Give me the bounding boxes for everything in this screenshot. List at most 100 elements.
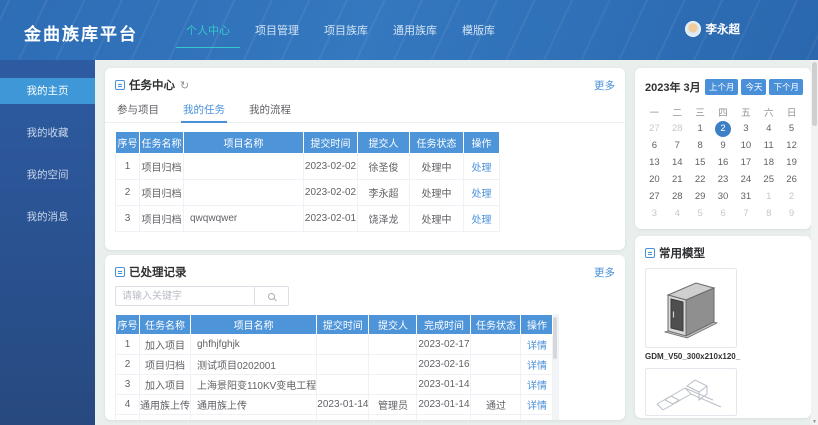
search-input[interactable]: [115, 286, 255, 306]
calendar-day[interactable]: 2: [780, 188, 803, 205]
calendar-day[interactable]: 5: [689, 205, 712, 222]
calendar-day[interactable]: 2: [712, 120, 735, 137]
calendar-day[interactable]: 5: [780, 120, 803, 137]
weekday-label: 四: [712, 103, 735, 120]
column-header: 任务名称: [140, 315, 191, 335]
nav-item[interactable]: 个人中心: [185, 16, 231, 44]
calendar-day[interactable]: 17: [734, 154, 757, 171]
column-header: 提交时间: [317, 315, 369, 335]
table-cell: 通用族上传: [140, 415, 191, 421]
action-link[interactable]: 详情: [527, 361, 547, 372]
calendar-day[interactable]: 9: [780, 205, 803, 222]
calendar-day[interactable]: 3: [643, 205, 666, 222]
page-scrollbar[interactable]: ▼: [811, 60, 818, 425]
calendar-day[interactable]: 23: [712, 171, 735, 188]
calendar-day[interactable]: 7: [666, 137, 689, 154]
calendar-day[interactable]: 1: [757, 188, 780, 205]
calendar-day[interactable]: 8: [757, 205, 780, 222]
nav-item[interactable]: 通用族库: [392, 16, 438, 44]
calendar-day[interactable]: 27: [643, 188, 666, 205]
calendar-day[interactable]: 1: [689, 120, 712, 137]
table-cell: 2023-02-01: [304, 206, 358, 232]
refresh-icon[interactable]: ↻: [180, 79, 189, 92]
sidebar-item[interactable]: 我的收藏: [0, 120, 95, 146]
action-link[interactable]: 详情: [527, 381, 547, 392]
table-cell: 2023-01-14: [417, 395, 471, 415]
calendar-day[interactable]: 24: [734, 171, 757, 188]
action-link[interactable]: 处理: [472, 163, 492, 174]
calendar-day[interactable]: 26: [780, 171, 803, 188]
records-more-link[interactable]: 更多: [594, 265, 615, 280]
model-item[interactable]: [645, 268, 737, 348]
tab[interactable]: 参与项目: [115, 97, 161, 122]
calendar-day[interactable]: 4: [666, 205, 689, 222]
sidebar-item[interactable]: 我的主页: [0, 78, 95, 104]
table-cell: 4: [116, 395, 140, 415]
calendar-day[interactable]: 27: [643, 120, 666, 137]
calendar-day[interactable]: 13: [643, 154, 666, 171]
sidebar-item[interactable]: 我的消息: [0, 204, 95, 230]
calendar-day[interactable]: 18: [757, 154, 780, 171]
scrollbar-thumb[interactable]: [812, 62, 817, 126]
table-cell: 详情: [521, 335, 553, 355]
records-table-wrap: 序号任务名称项目名称提交时间提交人完成时间任务状态操作1加入项目ghfhjfgh…: [115, 314, 625, 420]
sidebar-item[interactable]: 我的空间: [0, 162, 95, 188]
data-table: 序号任务名称项目名称提交时间提交人完成时间任务状态操作1加入项目ghfhjfgh…: [115, 314, 553, 420]
calendar-day[interactable]: 28: [666, 188, 689, 205]
calendar-grid: 一二三四五六日272812345678910111213141516171819…: [635, 99, 811, 222]
table-cell: 2023-02-02: [304, 180, 358, 206]
action-link[interactable]: 处理: [472, 215, 492, 226]
action-link[interactable]: 详情: [527, 401, 547, 412]
calendar-day[interactable]: 19: [780, 154, 803, 171]
column-header: 项目名称: [191, 315, 317, 335]
calendar-day[interactable]: 9: [712, 137, 735, 154]
table-cell: 处理: [464, 180, 500, 206]
user-menu[interactable]: 李永超: [685, 21, 741, 37]
tab[interactable]: 我的流程: [247, 97, 293, 122]
calendar-day[interactable]: 6: [712, 205, 735, 222]
scroll-down-icon[interactable]: ▼: [811, 419, 818, 425]
calendar-day[interactable]: 16: [712, 154, 735, 171]
action-link[interactable]: 处理: [472, 189, 492, 200]
calendar-day[interactable]: 12: [780, 137, 803, 154]
calendar-day[interactable]: 28: [666, 120, 689, 137]
calendar-day[interactable]: 20: [643, 171, 666, 188]
calendar-day[interactable]: 6: [643, 137, 666, 154]
search-icon: [268, 293, 275, 300]
table-cell: 详情: [521, 395, 553, 415]
task-more-link[interactable]: 更多: [594, 78, 615, 93]
calendar-day[interactable]: 22: [689, 171, 712, 188]
calendar-day[interactable]: 3: [734, 120, 757, 137]
search-button[interactable]: [255, 286, 289, 306]
calendar-day[interactable]: 30: [712, 188, 735, 205]
cabinet-model-image: [660, 275, 722, 341]
section-icon: [115, 80, 125, 90]
column-header: 操作: [464, 132, 500, 154]
calendar-button[interactable]: 今天: [741, 79, 766, 95]
calendar-day[interactable]: 31: [734, 188, 757, 205]
calendar-day[interactable]: 21: [666, 171, 689, 188]
calendar-day[interactable]: 25: [757, 171, 780, 188]
calendar-day[interactable]: 11: [757, 137, 780, 154]
nav-item[interactable]: 项目族库: [323, 16, 369, 44]
calendar-day[interactable]: 4: [757, 120, 780, 137]
models-title: 常用模型: [659, 245, 705, 261]
nav-item[interactable]: 项目管理: [254, 16, 300, 44]
calendar-day[interactable]: 14: [666, 154, 689, 171]
calendar-day[interactable]: 7: [734, 205, 757, 222]
calendar-day[interactable]: 29: [689, 188, 712, 205]
calendar-button[interactable]: 下个月: [769, 79, 803, 95]
action-link[interactable]: 详情: [527, 341, 547, 352]
top-header: 金曲族库平台 个人中心项目管理项目族库通用族库模版库 李永超: [0, 0, 818, 60]
table-cell: 项目归档: [140, 180, 184, 206]
calendar-day[interactable]: 8: [689, 137, 712, 154]
calendar-day[interactable]: 15: [689, 154, 712, 171]
nav-item[interactable]: 模版库: [461, 16, 496, 44]
table-scrollbar[interactable]: [553, 314, 559, 420]
table-cell: [317, 375, 369, 395]
calendar-card: 2023年 3月 上个月今天下个月 一二三四五六日272812345678910…: [635, 68, 811, 229]
model-item[interactable]: [645, 368, 737, 416]
tab[interactable]: 我的任务: [181, 97, 227, 122]
calendar-button[interactable]: 上个月: [705, 79, 739, 95]
calendar-day[interactable]: 10: [734, 137, 757, 154]
